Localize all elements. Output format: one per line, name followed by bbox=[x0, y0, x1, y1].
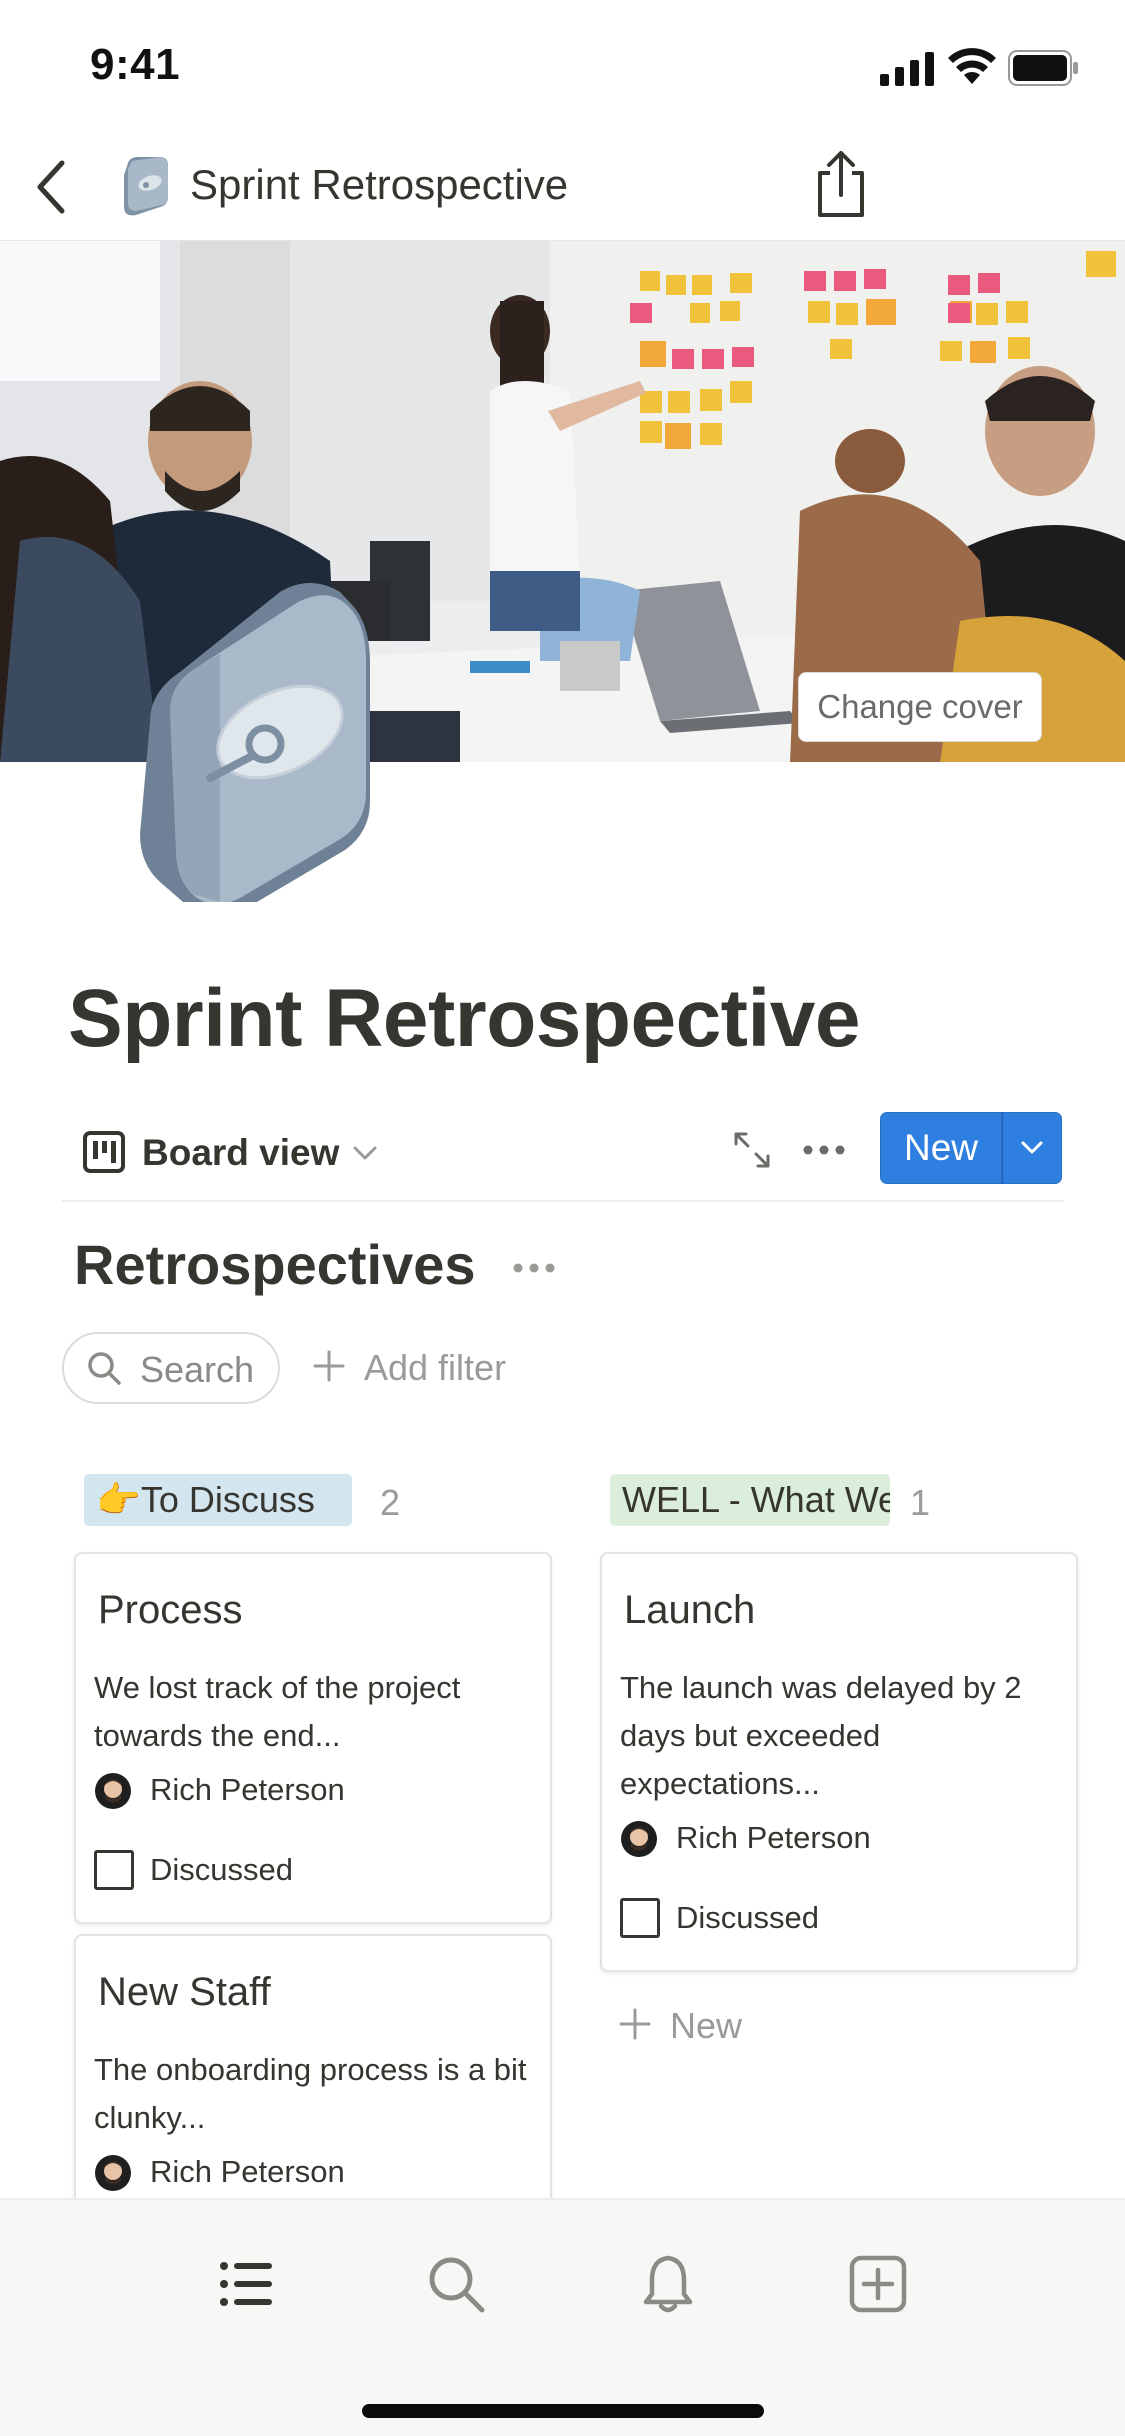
card-title: Launch bbox=[624, 1588, 756, 1632]
search-button[interactable]: Search bbox=[62, 1332, 280, 1404]
card-title: New Staff bbox=[98, 1970, 271, 2014]
board-card[interactable]: Process We lost track of the project tow… bbox=[74, 1552, 552, 1924]
checkbox-label: Discussed bbox=[150, 1852, 293, 1887]
board-group-header[interactable]: WELL - What Went Well 1 bbox=[610, 1474, 950, 1528]
battery-icon bbox=[1008, 50, 1078, 86]
board-group-header[interactable]: 👉To Discuss 2 bbox=[84, 1474, 404, 1528]
add-filter-label: Add filter bbox=[364, 1347, 507, 1388]
person-name: Rich Peterson bbox=[150, 2154, 345, 2189]
add-card-label: New bbox=[670, 2005, 743, 2046]
bell-icon[interactable] bbox=[636, 2252, 700, 2316]
search-icon bbox=[88, 1352, 121, 1385]
avatar bbox=[95, 2155, 131, 2191]
board-card[interactable]: Launch The launch was delayed by 2 days … bbox=[600, 1552, 1078, 1972]
board-view-icon bbox=[83, 1131, 125, 1173]
add-page-icon[interactable] bbox=[846, 2252, 910, 2316]
card-title: Process bbox=[98, 1588, 243, 1632]
card-body: We lost track of the project towards the… bbox=[94, 1670, 461, 1753]
new-button[interactable]: New bbox=[880, 1112, 1002, 1184]
person-name: Rich Peterson bbox=[676, 1820, 871, 1855]
nav-bar: Sprint Retrospective bbox=[0, 135, 1125, 240]
checkbox-box[interactable] bbox=[94, 1850, 134, 1890]
search-icon[interactable] bbox=[424, 2252, 488, 2316]
share-icon[interactable] bbox=[812, 147, 870, 223]
avatar bbox=[95, 1773, 131, 1809]
group-count: 2 bbox=[380, 1482, 401, 1523]
chevron-down-icon bbox=[1021, 1141, 1043, 1154]
card-body: The launch was delayed by 2 days but exc… bbox=[620, 1670, 1022, 1801]
cellular-signal-icon bbox=[880, 52, 934, 86]
nav-title: Sprint Retrospective bbox=[190, 161, 569, 208]
list-icon[interactable] bbox=[214, 2252, 278, 2316]
search-label: Search bbox=[140, 1349, 255, 1390]
avatar bbox=[621, 1821, 657, 1857]
expand-icon[interactable] bbox=[732, 1130, 772, 1170]
home-indicator bbox=[362, 2404, 764, 2418]
plus-icon bbox=[619, 2008, 651, 2040]
group-tag: WELL - What Went Well bbox=[610, 1474, 890, 1526]
database-title[interactable]: Retrospectives bbox=[74, 1232, 476, 1297]
group-tag: 👉To Discuss bbox=[84, 1474, 352, 1526]
view-bar: Board view New bbox=[62, 1110, 1064, 1202]
group-count: 1 bbox=[910, 1482, 931, 1523]
view-selector[interactable]: Board view bbox=[142, 1132, 339, 1174]
back-chevron-icon[interactable] bbox=[28, 155, 72, 219]
wifi-icon bbox=[948, 48, 996, 84]
checkbox-label: Discussed bbox=[676, 1900, 819, 1935]
database-more-icon[interactable] bbox=[512, 1256, 556, 1280]
card-body: The onboarding process is a bit clunky..… bbox=[94, 2052, 527, 2135]
person-name: Rich Peterson bbox=[150, 1772, 345, 1807]
chevron-down-icon[interactable] bbox=[352, 1144, 378, 1162]
board-card[interactable]: New Staff The onboarding process is a bi… bbox=[74, 1934, 552, 2234]
page-icon[interactable] bbox=[116, 153, 172, 219]
new-dropdown-button[interactable] bbox=[1002, 1112, 1062, 1184]
checkbox-box[interactable] bbox=[620, 1898, 660, 1938]
more-options-icon[interactable] bbox=[802, 1138, 846, 1162]
plus-icon bbox=[313, 1350, 345, 1382]
page-title[interactable]: Sprint Retrospective bbox=[68, 972, 860, 1066]
change-cover-button[interactable]: Change cover bbox=[798, 672, 1042, 742]
status-time: 9:41 bbox=[90, 40, 181, 89]
status-bar: 9:41 bbox=[0, 0, 1125, 135]
page-emoji-icon[interactable] bbox=[130, 572, 380, 902]
tab-bar bbox=[0, 2198, 1125, 2436]
